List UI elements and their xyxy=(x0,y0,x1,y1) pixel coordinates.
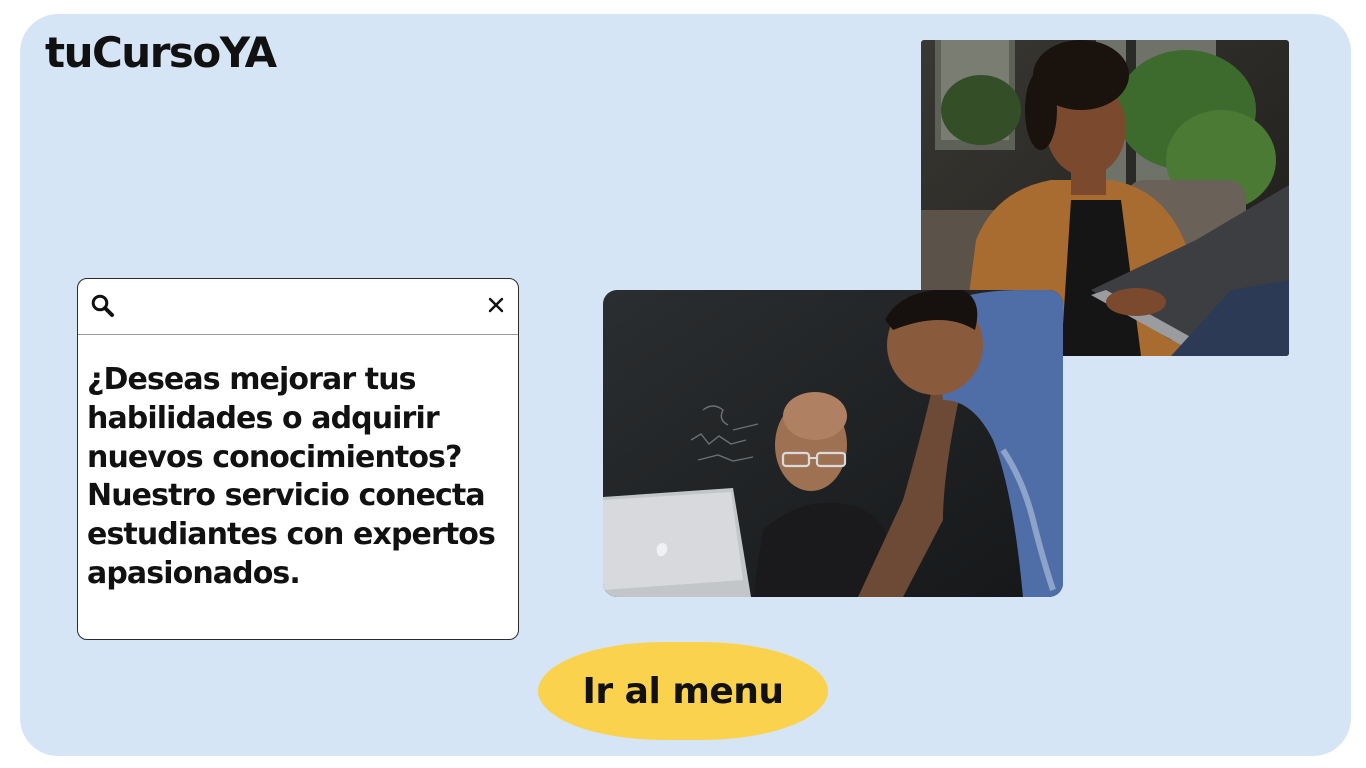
brand-logo[interactable]: tuCursoYA xyxy=(45,28,277,78)
promo-text: ¿Deseas mejorar tus habilidades o adquir… xyxy=(87,362,496,591)
search-bar xyxy=(78,279,518,335)
go-to-menu-button[interactable]: Ir al menu xyxy=(538,642,828,740)
search-panel: ¿Deseas mejorar tus habilidades o adquir… xyxy=(77,278,519,640)
close-icon[interactable] xyxy=(484,293,508,317)
hero-card: tuCursoYA ¿Deseas mejorar tus habilidade… xyxy=(20,14,1351,756)
photo-mentors-laptop xyxy=(603,290,1063,597)
search-icon[interactable] xyxy=(90,293,116,319)
search-input[interactable] xyxy=(126,289,470,325)
